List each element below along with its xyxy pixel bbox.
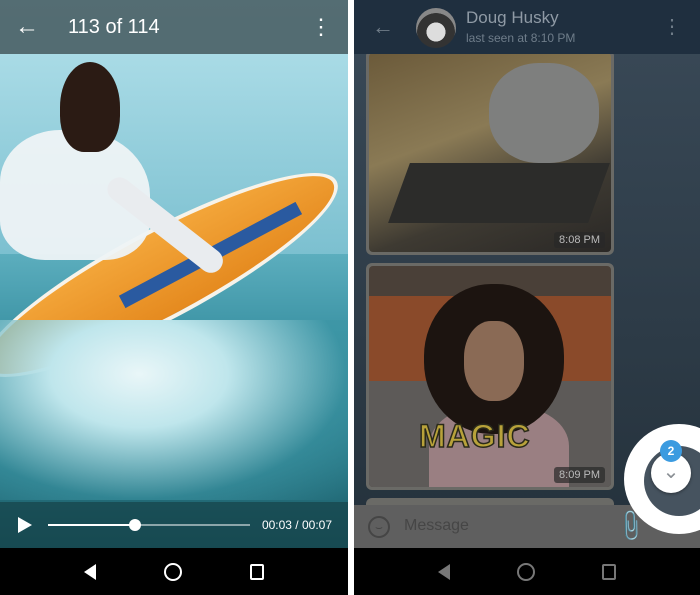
viewer-toolbar: ← 113 of 114 ⋮ xyxy=(0,0,348,54)
contact-name[interactable]: Doug Husky xyxy=(466,8,559,28)
message-time: 8:08 PM xyxy=(554,232,605,248)
chat-screen: 8:08 PM MAGIC 8:09 PM ← Doug Husky last … xyxy=(354,0,700,595)
last-seen-status: last seen at 8:10 PM xyxy=(466,31,576,45)
gif-caption: MAGIC xyxy=(418,417,531,455)
back-arrow-icon[interactable]: ← xyxy=(372,14,394,40)
nav-home-icon[interactable] xyxy=(516,562,535,581)
chat-header: ← Doug Husky last seen at 8:10 PM ⋮ xyxy=(354,0,700,54)
android-nav-bar xyxy=(354,548,700,595)
media-viewer: ← 113 of 114 ⋮ 00:03 / 00:07 xyxy=(0,0,348,595)
nav-back-icon[interactable] xyxy=(437,563,450,580)
emoji-icon[interactable]: ⌣ xyxy=(368,516,390,538)
more-vert-icon[interactable]: ⋮ xyxy=(310,14,332,40)
back-arrow-icon[interactable]: ← xyxy=(0,13,54,41)
gif-message[interactable]: 8:08 PM xyxy=(366,50,614,255)
video-controls: 00:03 / 00:07 xyxy=(0,502,348,548)
play-icon[interactable] xyxy=(18,517,32,533)
nav-recents-icon[interactable] xyxy=(250,563,264,580)
seek-thumb[interactable] xyxy=(128,519,141,531)
message-time: 8:09 PM xyxy=(554,467,605,483)
message-input[interactable]: Message xyxy=(404,517,469,535)
cat-gif[interactable]: 8:08 PM xyxy=(369,53,611,252)
surfer-video[interactable] xyxy=(0,0,348,548)
chevron-down-icon: ⌄ xyxy=(662,461,680,483)
seek-bar[interactable] xyxy=(48,519,250,531)
video-time: 00:03 / 00:07 xyxy=(261,518,332,532)
media-counter: 113 of 114 xyxy=(68,15,160,38)
nav-back-icon[interactable] xyxy=(84,563,96,580)
nav-home-icon[interactable] xyxy=(164,562,182,581)
more-vert-icon[interactable]: ⋮ xyxy=(662,14,682,39)
magic-gif[interactable]: MAGIC 8:09 PM xyxy=(369,266,611,487)
unread-badge: 2 xyxy=(660,440,682,462)
android-nav-bar xyxy=(0,548,348,595)
nav-recents-icon[interactable] xyxy=(602,563,617,580)
gif-message[interactable]: MAGIC 8:09 PM xyxy=(366,263,614,490)
avatar[interactable] xyxy=(416,8,456,48)
